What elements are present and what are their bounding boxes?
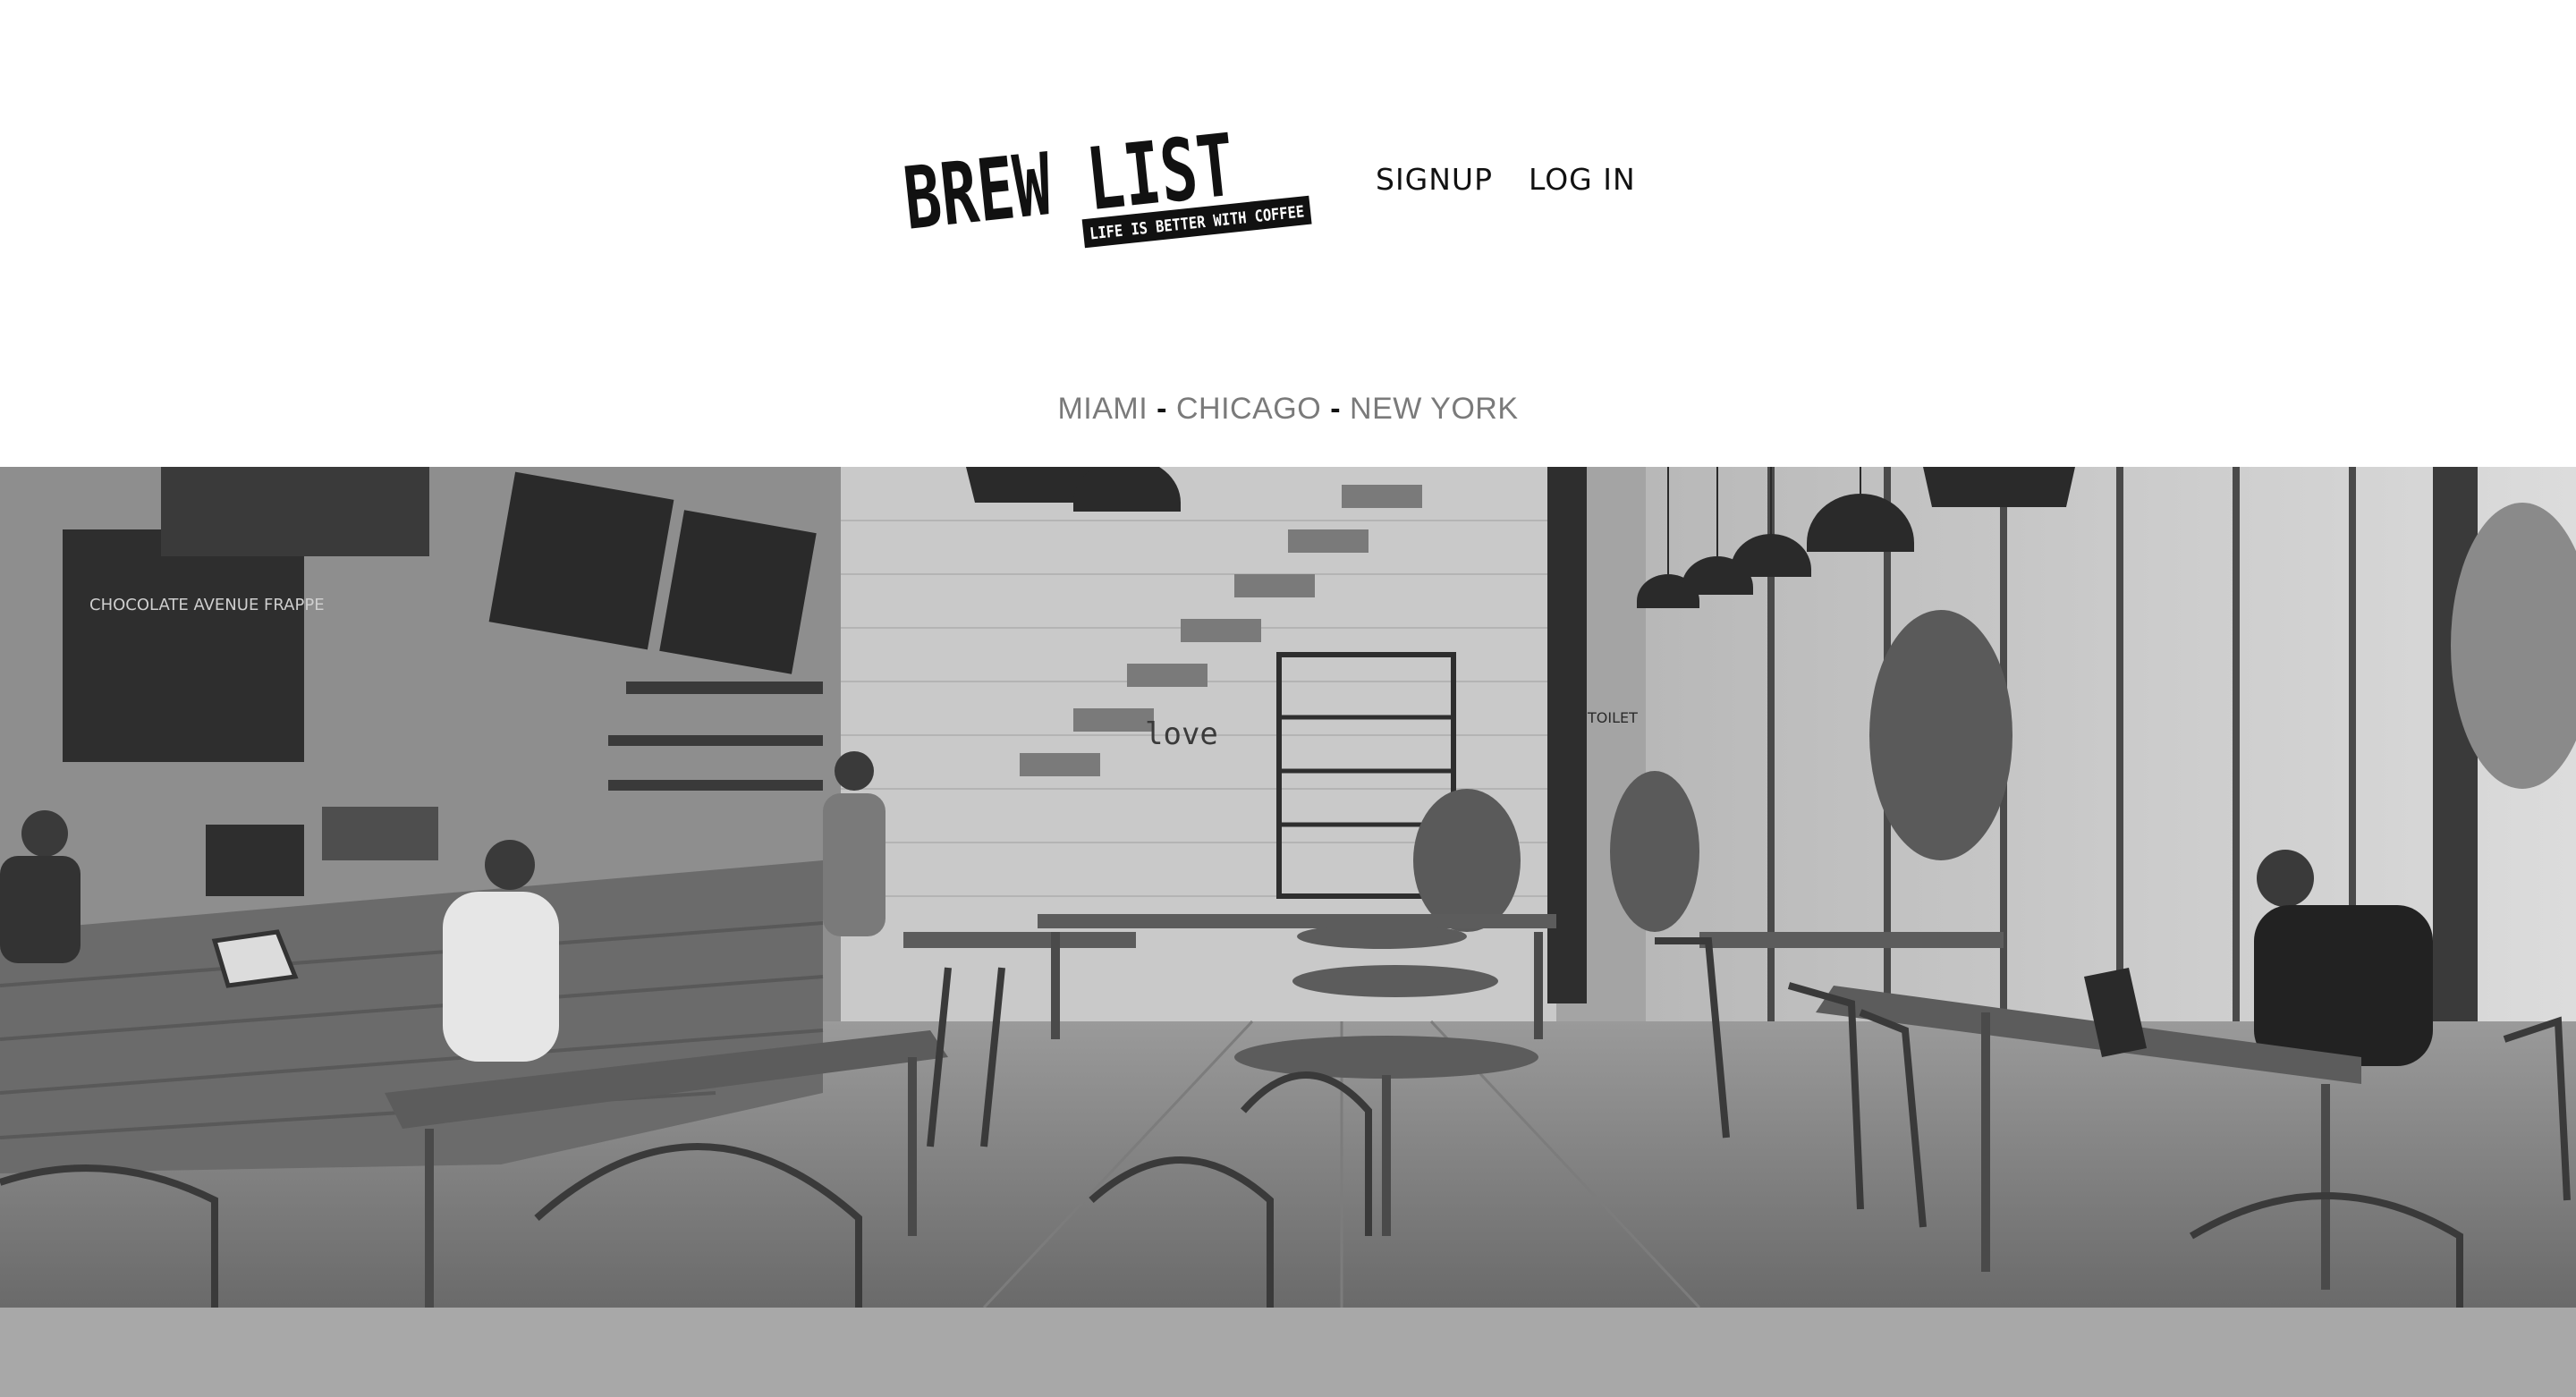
city-separator: - xyxy=(1157,392,1167,426)
login-link[interactable]: LOG IN xyxy=(1529,162,1636,197)
logo-graphic: BREW LIST LIFE IS BETTER WITH COFFEE xyxy=(899,115,1312,250)
chalkboard-text: CHOCOLATE AVENUE FRAPPE xyxy=(89,596,325,614)
footer-band xyxy=(0,1308,2576,1397)
menu-board-2 xyxy=(659,510,817,674)
city-separator: - xyxy=(1330,392,1342,426)
city-list: MIAMI - CHICAGO - NEW YORK xyxy=(0,392,2576,427)
brand-logo[interactable]: BREW LIST LIFE IS BETTER WITH COFFEE xyxy=(894,103,1315,255)
site-header: BREW LIST LIFE IS BETTER WITH COFFEE SIG… xyxy=(894,98,1636,259)
city-link-chicago[interactable]: CHICAGO xyxy=(1176,392,1321,426)
city-link-new-york[interactable]: NEW YORK xyxy=(1350,392,1519,426)
main-nav: SIGNUP LOG IN xyxy=(1376,162,1636,197)
chalkboard-left xyxy=(63,529,304,762)
menu-board-1 xyxy=(488,471,674,650)
page: BREW LIST LIFE IS BETTER WITH COFFEE SIG… xyxy=(0,0,2576,1397)
city-link-miami[interactable]: MIAMI xyxy=(1057,392,1148,426)
toilet-sign: TOILET xyxy=(1587,709,1638,726)
wall-love-text: love xyxy=(1145,716,1218,752)
hero-image: CHOCOLATE AVENUE FRAPPE love TOILET xyxy=(0,467,2576,1308)
signup-link[interactable]: SIGNUP xyxy=(1376,162,1493,197)
cafe-interior-illustration: CHOCOLATE AVENUE FRAPPE love TOILET xyxy=(0,467,2576,1308)
